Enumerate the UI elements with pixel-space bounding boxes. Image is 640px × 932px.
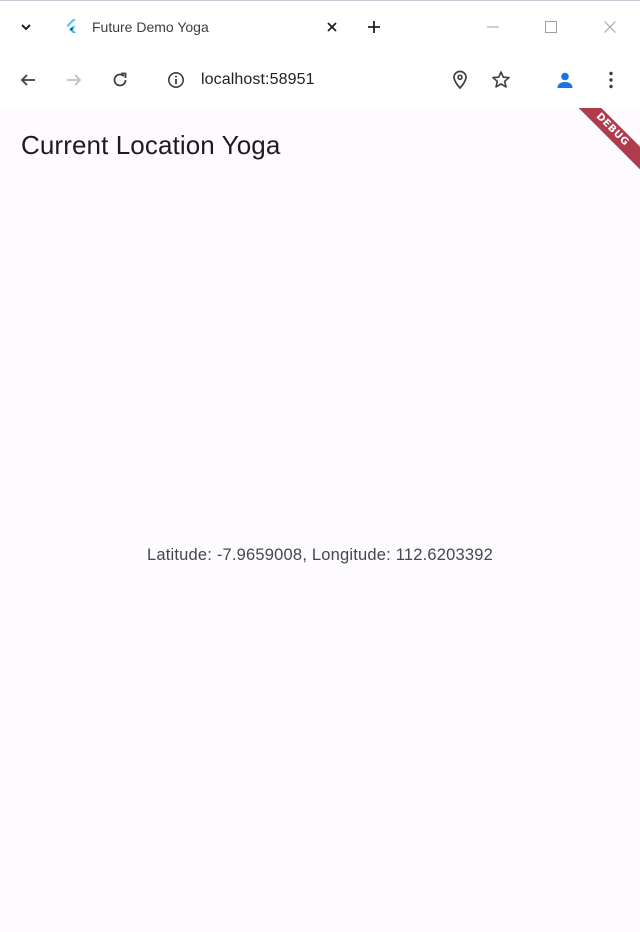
site-info-button[interactable] <box>160 64 192 96</box>
maximize-button[interactable] <box>533 9 569 45</box>
tab-title: Future Demo Yoga <box>92 19 209 35</box>
new-tab-button[interactable] <box>360 13 388 41</box>
person-icon <box>557 72 573 88</box>
flutter-icon <box>64 19 80 35</box>
star-icon <box>492 71 510 88</box>
reload-button[interactable] <box>104 64 136 96</box>
arrow-left-icon <box>20 74 35 86</box>
tab-close-button[interactable] <box>322 17 342 37</box>
tab-search-button[interactable] <box>12 13 40 41</box>
address-bar[interactable]: localhost:58951 <box>201 71 315 89</box>
location-text: Latitude: -7.9659008, Longitude: 112.620… <box>146 546 494 564</box>
debug-banner: DEBUG <box>560 108 640 188</box>
forward-button[interactable] <box>58 64 90 96</box>
browser-tab[interactable]: Future Demo Yoga <box>52 9 348 45</box>
kebab-menu-icon <box>609 71 613 89</box>
close-icon <box>327 22 337 32</box>
location-button[interactable] <box>444 64 476 96</box>
plus-icon <box>368 21 380 33</box>
info-icon <box>168 72 184 88</box>
minimize-icon <box>487 26 499 28</box>
tab-strip: Future Demo Yoga <box>0 0 640 52</box>
profile-button[interactable] <box>549 64 581 96</box>
close-icon <box>604 21 616 33</box>
window-close-button[interactable] <box>592 9 628 45</box>
reload-icon <box>113 72 127 87</box>
location-pin-icon <box>453 70 467 90</box>
minimize-button[interactable] <box>475 9 511 45</box>
browser-toolbar: localhost:58951 <box>0 52 640 108</box>
app-page: Current Location Yoga Latitude: -7.96590… <box>0 108 640 932</box>
back-button[interactable] <box>12 64 44 96</box>
arrow-right-icon <box>67 74 82 86</box>
app-bar-title: Current Location Yoga <box>21 130 281 160</box>
browser-window: Future Demo Yoga localhost:58951 Current… <box>0 0 640 932</box>
chevron-down-icon <box>21 24 31 31</box>
browser-menu-button[interactable] <box>595 64 627 96</box>
bookmark-button[interactable] <box>485 64 517 96</box>
maximize-icon <box>545 21 557 33</box>
debug-banner-label: DEBUG <box>563 108 640 179</box>
